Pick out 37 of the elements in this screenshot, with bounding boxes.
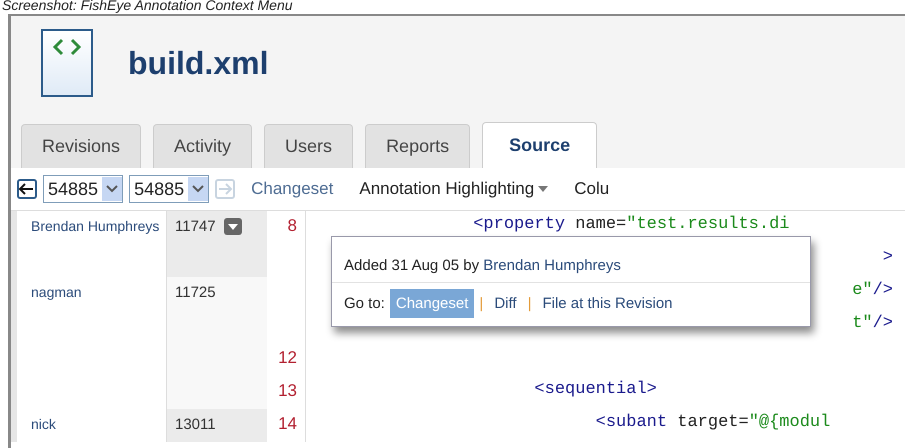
code-line: <sequential> (533, 380, 657, 401)
tab[interactable]: Activity (153, 124, 252, 168)
menu-button[interactable] (224, 218, 242, 235)
code-line: <property name="test.results.di (472, 215, 790, 236)
page-title: build.xml (128, 44, 268, 82)
menu-dropdown[interactable]: Annotation Highlighting (349, 179, 558, 199)
line-number: 13 (278, 381, 297, 400)
code-line: t"/> (852, 314, 893, 335)
code-file-icon (41, 29, 93, 97)
code-line: > (882, 248, 893, 269)
author-link[interactable]: Brendan Humphreys (483, 257, 621, 274)
caption: Screenshot: FishEye Annotation Context Menu (1, 0, 294, 14)
revision-select[interactable]: 54885 (129, 175, 210, 203)
separator: | (479, 295, 484, 312)
separator: | (528, 295, 532, 312)
line-number: 12 (278, 348, 297, 367)
chevron-down-icon (192, 185, 204, 193)
changeset-link[interactable]: Changeset (241, 179, 344, 199)
chevron-down-icon (106, 185, 118, 193)
line-number: 14 (278, 414, 297, 433)
added-info: Added 31 Aug 05 by Brendan Humphreys (344, 257, 621, 274)
caret-icon (228, 224, 238, 230)
revision-number[interactable]: 11725 (175, 284, 216, 301)
revision-number[interactable]: 11747 (175, 218, 216, 235)
code-line: <subant target="@{modul (594, 413, 830, 434)
menu-dropdown[interactable]: Colu (564, 179, 620, 199)
caret-icon (538, 186, 548, 192)
code-line: e"/> (852, 281, 893, 302)
tab[interactable]: Revisions (21, 124, 142, 168)
goto-label: Go to: (344, 295, 385, 312)
tab[interactable]: Users (264, 124, 354, 168)
popup-link[interactable]: File at this Revision (536, 289, 679, 318)
tab[interactable]: Reports (365, 124, 470, 168)
line-number: 8 (288, 216, 297, 235)
revision-select[interactable]: 54885 (43, 175, 124, 203)
popup-link[interactable]: Diff (488, 289, 523, 318)
tab[interactable]: Source (482, 122, 598, 168)
